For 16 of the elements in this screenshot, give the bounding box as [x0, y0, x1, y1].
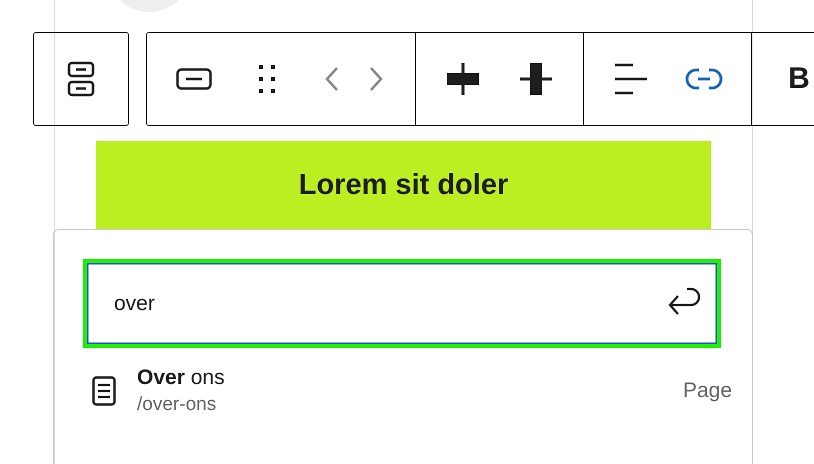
button-block-icon	[176, 68, 212, 90]
chevron-left-icon	[325, 66, 339, 92]
result-type: Page	[682, 379, 732, 403]
link-icon	[685, 68, 723, 90]
search-result[interactable]: Over ons /over-ons Page	[83, 366, 732, 416]
lorem-button[interactable]: Lorem sit doler	[96, 141, 711, 229]
link-search-field[interactable]: over	[83, 259, 721, 348]
result-url: /over-ons	[137, 394, 218, 416]
justify-horizontal-icon	[446, 62, 480, 96]
justify-vertical-icon	[519, 62, 553, 96]
stack-icon	[67, 60, 95, 96]
page-icon	[92, 376, 116, 406]
chevron-right-icon	[369, 66, 383, 92]
result-title: Over ons	[137, 366, 226, 390]
drag-handle-icon	[258, 64, 276, 94]
align-left-icon	[614, 62, 648, 94]
